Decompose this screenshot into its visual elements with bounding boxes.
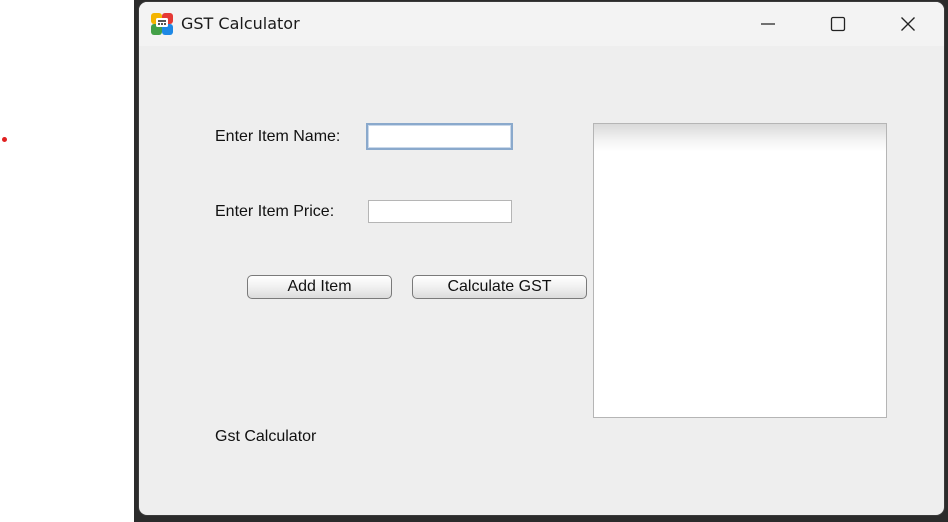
minimize-icon (761, 23, 775, 25)
footer-status-label: Gst Calculator (215, 428, 317, 445)
item-price-input[interactable] (368, 200, 512, 223)
red-dot-marker (2, 137, 7, 142)
maximize-icon (830, 16, 846, 32)
calculator-app-icon (151, 13, 173, 35)
output-text-area[interactable] (593, 123, 887, 418)
calculate-gst-button[interactable]: Calculate GST (412, 275, 587, 299)
gst-calculator-window: GST Calculator Enter Item Name: Enter It… (139, 2, 944, 515)
item-name-label: Enter Item Name: (215, 128, 341, 145)
close-icon (901, 17, 915, 31)
item-name-input[interactable] (366, 123, 513, 150)
maximize-button[interactable] (815, 2, 861, 46)
minimize-button[interactable] (745, 2, 791, 46)
title-bar[interactable]: GST Calculator (139, 2, 944, 46)
item-price-label: Enter Item Price: (215, 203, 335, 220)
text-area-shading (594, 124, 886, 152)
add-item-button[interactable]: Add Item (247, 275, 392, 299)
window-title: GST Calculator (181, 14, 300, 33)
close-button[interactable] (885, 2, 931, 46)
